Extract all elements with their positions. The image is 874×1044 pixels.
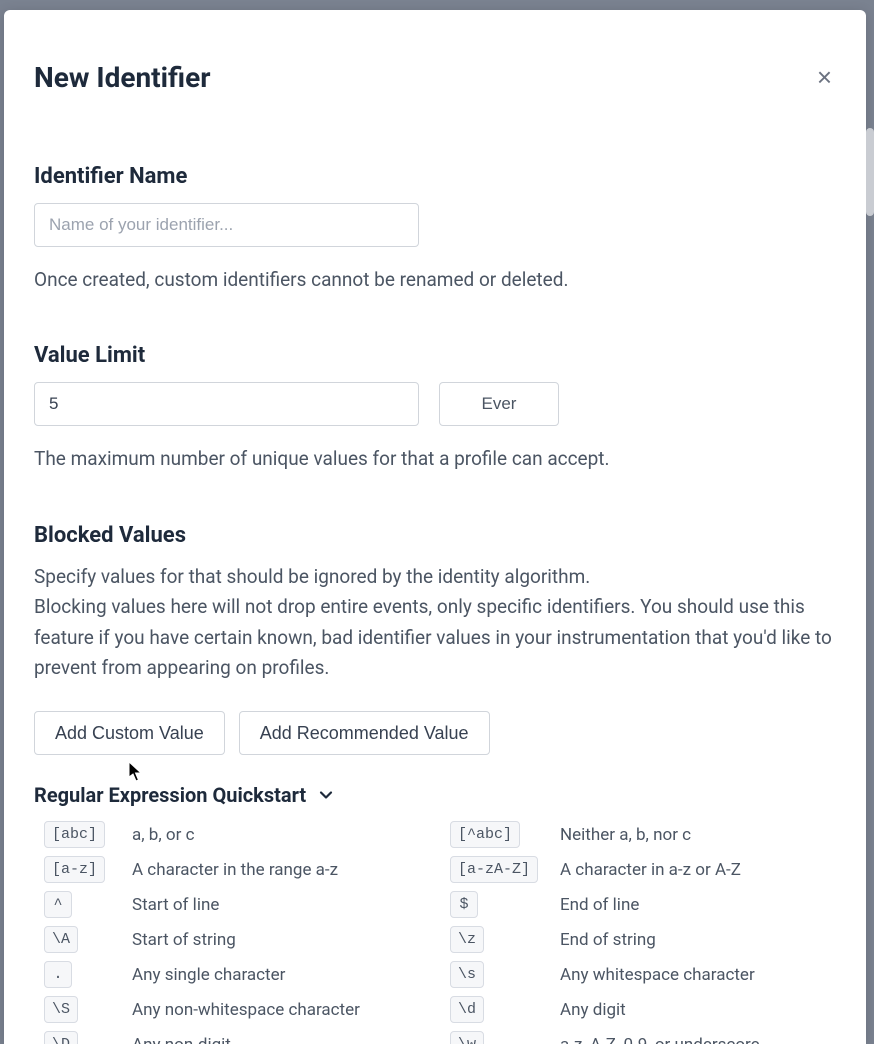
regex-tag: . [44, 961, 72, 988]
regex-row: \d Any digit [450, 996, 836, 1023]
modal-title: New Identifier [34, 61, 211, 94]
blocked-values-section: Blocked Values Specify values for that s… [34, 523, 836, 684]
regex-row: . Any single character [44, 961, 430, 988]
regex-tag: [a-zA-Z] [450, 856, 538, 883]
regex-desc: Any non-whitespace character [132, 1000, 360, 1020]
chevron-down-icon [318, 787, 334, 803]
regex-tag: \A [44, 926, 78, 953]
regex-tag: ^ [44, 891, 72, 918]
regex-desc: Any single character [132, 965, 285, 985]
regex-row: ^ Start of line [44, 891, 430, 918]
regex-tag: [^abc] [450, 821, 520, 848]
regex-desc: Any whitespace character [560, 965, 755, 985]
identifier-name-label: Identifier Name [34, 164, 836, 189]
regex-desc: a-z, A-Z, 0-9, or underscore [560, 1035, 760, 1044]
regex-tag: \z [450, 926, 484, 953]
scrollbar-thumb[interactable] [866, 128, 874, 216]
value-limit-help: The maximum number of unique values for … [34, 444, 836, 474]
new-identifier-modal: New Identifier × Identifier Name Once cr… [4, 10, 866, 1044]
regex-desc: Neither a, b, nor c [560, 825, 691, 845]
regex-quickstart-toggle[interactable]: Regular Expression Quickstart [34, 783, 836, 807]
scrollbar-track[interactable] [866, 12, 874, 1042]
regex-row: \s Any whitespace character [450, 961, 836, 988]
blocked-values-desc-line1: Specify values for that should be ignore… [34, 565, 590, 588]
value-limit-section: Value Limit Ever The maximum number of u… [34, 343, 836, 474]
regex-quickstart-title: Regular Expression Quickstart [34, 783, 306, 807]
identifier-name-input[interactable] [34, 203, 419, 247]
regex-desc: A character in the range a-z [132, 860, 338, 880]
regex-desc: Any digit [560, 1000, 626, 1020]
regex-row: \w a-z, A-Z, 0-9, or underscore [450, 1031, 836, 1044]
regex-tag: \S [44, 996, 78, 1023]
regex-tag: \d [450, 996, 484, 1023]
value-limit-label: Value Limit [34, 343, 836, 368]
regex-row: [^abc] Neither a, b, nor c [450, 821, 836, 848]
blocked-values-label: Blocked Values [34, 523, 836, 548]
identifier-name-help: Once created, custom identifiers cannot … [34, 265, 836, 295]
identifier-name-section: Identifier Name Once created, custom ide… [34, 164, 836, 295]
regex-desc: Start of string [132, 930, 236, 950]
regex-row: \S Any non-whitespace character [44, 996, 430, 1023]
regex-desc: Any non-digit [132, 1035, 231, 1044]
regex-desc: Start of line [132, 895, 219, 915]
regex-desc: A character in a-z or A-Z [560, 860, 741, 880]
regex-row: [abc] a, b, or c [44, 821, 430, 848]
value-limit-input[interactable] [34, 382, 419, 426]
regex-row: [a-zA-Z] A character in a-z or A-Z [450, 856, 836, 883]
regex-tag: $ [450, 891, 478, 918]
regex-row: \D Any non-digit [44, 1031, 430, 1044]
modal-header: New Identifier × [34, 60, 836, 94]
regex-tag: \D [44, 1031, 78, 1044]
regex-desc: End of string [560, 930, 656, 950]
close-button[interactable]: × [813, 60, 836, 94]
regex-tag: [a-z] [44, 856, 105, 883]
value-limit-interval-button[interactable]: Ever [439, 382, 559, 426]
blocked-values-desc-line2: Blocking values here will not drop entir… [34, 595, 832, 679]
regex-row: \z End of string [450, 926, 836, 953]
add-custom-value-button[interactable]: Add Custom Value [34, 711, 225, 755]
regex-desc: End of line [560, 895, 639, 915]
add-recommended-value-button[interactable]: Add Recommended Value [239, 711, 490, 755]
blocked-values-buttons: Add Custom Value Add Recommended Value [34, 711, 836, 755]
regex-tag: [abc] [44, 821, 105, 848]
regex-tag: \s [450, 961, 484, 988]
regex-tag: \w [450, 1031, 484, 1044]
regex-row: [a-z] A character in the range a-z [44, 856, 430, 883]
regex-row: $ End of line [450, 891, 836, 918]
close-icon: × [817, 62, 832, 92]
regex-row: \A Start of string [44, 926, 430, 953]
regex-grid: [abc] a, b, or c [^abc] Neither a, b, no… [34, 821, 836, 1044]
blocked-values-description: Specify values for that should be ignore… [34, 562, 836, 684]
regex-desc: a, b, or c [132, 825, 195, 845]
